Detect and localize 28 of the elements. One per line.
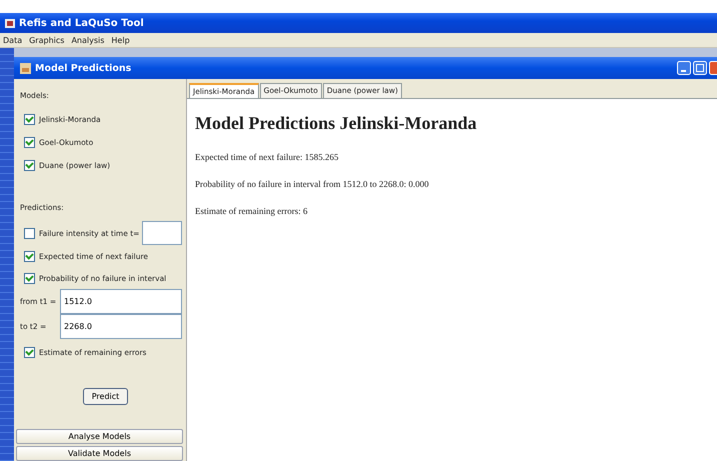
checkbox[interactable] xyxy=(24,273,35,284)
checkbox[interactable] xyxy=(24,160,35,171)
menu-item[interactable]: Help xyxy=(111,36,130,44)
result-heading: Model Predictions Jelinski-Moranda xyxy=(195,113,478,134)
from-field[interactable]: 1512.0 xyxy=(60,289,182,314)
app-icon xyxy=(5,18,15,28)
menu-item[interactable]: Analysis xyxy=(71,36,104,44)
checkbox[interactable] xyxy=(24,251,35,262)
predict-button[interactable]: Predict xyxy=(82,388,128,405)
checkbox[interactable] xyxy=(24,228,35,238)
dialog-title: Model Predictions xyxy=(35,62,132,74)
result-line: Estimate of remaining errors: 6 xyxy=(195,206,308,216)
app-icon xyxy=(20,62,31,74)
menu-item[interactable]: Data xyxy=(3,36,22,44)
panel-button[interactable]: Validate Models xyxy=(16,446,183,461)
to-field[interactable]: 2268.0 xyxy=(60,314,182,339)
checkbox[interactable] xyxy=(24,137,35,148)
close-icon[interactable] xyxy=(709,61,717,75)
result-line: Expected time of next failure: 1585.265 xyxy=(195,152,340,162)
checkbox[interactable] xyxy=(24,347,35,358)
window-title: Refis and LaQuSo Tool xyxy=(19,18,144,28)
result-line: Probability of no failure in interval from 1512.0 to 2268.0: 0.000 xyxy=(195,179,430,189)
panel-button[interactable]: Analyse Models xyxy=(16,429,183,444)
time-field[interactable] xyxy=(142,221,182,245)
checkbox[interactable] xyxy=(24,114,35,125)
maximize-icon[interactable] xyxy=(693,61,707,75)
menu-item[interactable]: Graphics xyxy=(29,36,64,44)
minimize-icon[interactable] xyxy=(677,61,691,75)
